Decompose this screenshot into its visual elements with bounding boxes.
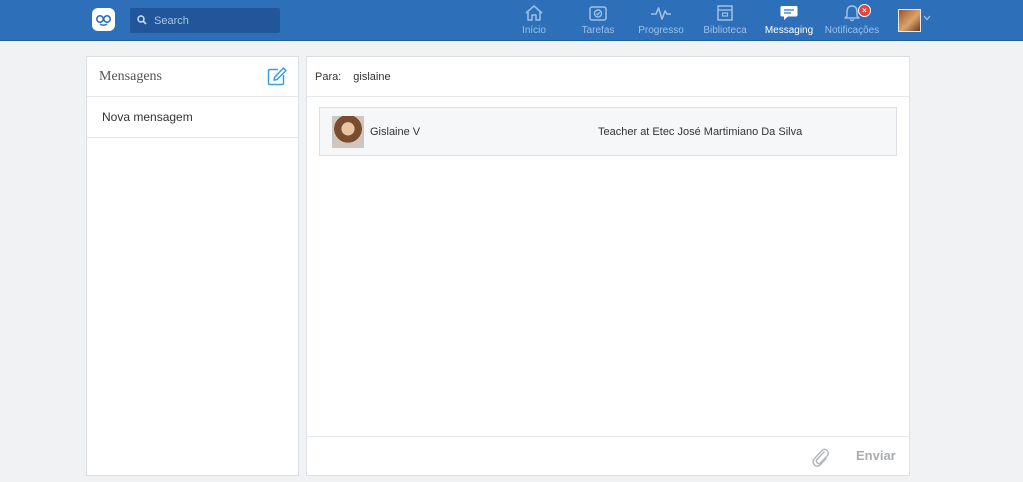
- compose-footer: Enviar: [307, 436, 909, 475]
- search-box[interactable]: [130, 8, 280, 33]
- nav-notificacoes[interactable]: × Notificações: [817, 4, 887, 36]
- edmodo-logo-icon[interactable]: [92, 8, 115, 31]
- suggestion-avatar: [332, 115, 364, 148]
- notification-badge: ×: [858, 4, 871, 17]
- nav-progresso-label: Progresso: [638, 25, 684, 36]
- send-button[interactable]: Enviar: [856, 448, 896, 463]
- home-icon: [525, 5, 543, 21]
- search-icon: [137, 12, 147, 30]
- notification-badge-text: ×: [862, 5, 867, 15]
- search-input[interactable]: [154, 14, 274, 27]
- suggestion-role: Teacher at Etec José Martimiano Da Silva: [598, 125, 803, 138]
- conversations-header: Mensagens: [87, 57, 298, 97]
- nav-biblioteca[interactable]: Biblioteca: [690, 4, 760, 36]
- conversations-panel: Mensagens Nova mensagem: [86, 56, 299, 476]
- user-avatar[interactable]: [898, 9, 921, 32]
- nav-biblioteca-label: Biblioteca: [703, 25, 747, 36]
- paperclip-icon[interactable]: [810, 446, 830, 473]
- messaging-icon: [780, 6, 798, 20]
- suggestion-name: Gislaine V: [370, 125, 421, 138]
- compose-panel: Para: Gislaine V Teacher at Etec José Ma…: [306, 56, 910, 476]
- top-navigation-bar: Início Tarefas Progresso Biblioteca Mess…: [0, 0, 1023, 41]
- nav-inicio-label: Início: [522, 25, 546, 36]
- nav-notificacoes-label: Notificações: [824, 25, 880, 36]
- nav-messaging-label: Messaging: [764, 25, 814, 36]
- assignments-icon: [589, 6, 607, 21]
- nav-inicio[interactable]: Início: [499, 4, 569, 36]
- nav-tarefas[interactable]: Tarefas: [563, 4, 633, 36]
- chevron-down-icon[interactable]: [923, 15, 931, 21]
- recipient-label: Para:: [315, 70, 342, 83]
- progress-icon: [651, 7, 671, 20]
- recipient-row: Para:: [307, 57, 909, 97]
- library-icon: [717, 5, 733, 21]
- conversation-item-new-message[interactable]: Nova mensagem: [87, 97, 298, 138]
- nav-messaging[interactable]: Messaging: [754, 4, 824, 36]
- recipient-input[interactable]: [353, 70, 834, 83]
- nav-tarefas-label: Tarefas: [581, 25, 615, 36]
- recipient-suggestion[interactable]: Gislaine V Teacher at Etec José Martimia…: [319, 107, 897, 156]
- nav-progresso[interactable]: Progresso: [626, 4, 696, 36]
- conversations-title: Mensagens: [99, 68, 162, 84]
- compose-icon[interactable]: [267, 67, 287, 86]
- conversation-item-label: Nova mensagem: [102, 110, 193, 124]
